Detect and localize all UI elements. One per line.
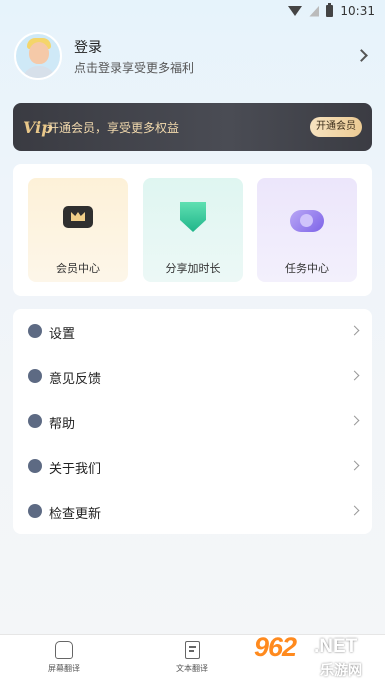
watermark-net: .NET <box>314 636 358 657</box>
feature-panel: 会员中心 分享加时长 任务中心 <box>13 164 372 296</box>
tab-text-translate[interactable]: 文本翻译 <box>152 641 232 674</box>
login-subtitle: 点击登录享受更多福利 <box>74 61 195 75</box>
tab-label: 屏幕翻译 <box>48 664 80 673</box>
vip-logo: Vip <box>23 118 53 137</box>
menu-item-check-update[interactable]: 检查更新 <box>13 489 372 534</box>
watermark-number: 962 <box>254 632 297 662</box>
tab-label: 文本翻译 <box>176 664 208 673</box>
menu-item-settings[interactable]: 设置 <box>13 309 372 354</box>
task-clock-icon <box>290 210 324 232</box>
chevron-right-icon <box>355 49 368 62</box>
profile-login-row[interactable]: 登录 点击登录享受更多福利 <box>14 32 374 82</box>
avatar[interactable] <box>14 32 62 80</box>
chevron-right-icon <box>349 415 360 426</box>
tab-screen-translate[interactable]: 屏幕翻译 <box>24 641 104 674</box>
vip-banner-text: 开通会员，享受更多权益 <box>47 121 180 135</box>
site-watermark: 962 .NET 乐游网 <box>254 630 379 682</box>
menu-item-label: 检查更新 <box>49 507 102 522</box>
chevron-right-icon <box>349 370 360 381</box>
settings-menu: 设置 意见反馈 帮助 关于我们 检查更新 <box>13 309 372 534</box>
menu-item-label: 设置 <box>49 327 76 342</box>
help-icon <box>28 414 42 428</box>
menu-item-about[interactable]: 关于我们 <box>13 444 372 489</box>
chevron-right-icon <box>349 460 360 471</box>
login-title: 登录 <box>74 40 102 56</box>
update-icon <box>28 504 42 518</box>
battery-icon <box>326 3 334 17</box>
about-icon <box>28 459 42 473</box>
document-icon <box>184 641 200 659</box>
wifi-icon <box>288 6 303 16</box>
menu-item-help[interactable]: 帮助 <box>13 399 372 444</box>
menu-item-label: 意见反馈 <box>49 372 102 387</box>
menu-item-label: 帮助 <box>49 417 76 432</box>
menu-item-feedback[interactable]: 意见反馈 <box>13 354 372 399</box>
status-bar: 10:31 <box>0 0 385 22</box>
watermark-text: 乐游网 <box>320 663 362 679</box>
feature-label: 任务中心 <box>285 262 329 275</box>
member-center-tile[interactable]: 会员中心 <box>28 178 128 282</box>
chevron-right-icon <box>349 325 360 336</box>
share-add-time-tile[interactable]: 分享加时长 <box>143 178 243 282</box>
feedback-icon <box>28 369 42 383</box>
vip-banner[interactable]: Vip 开通会员，享受更多权益 开通会员 <box>13 103 372 151</box>
settings-icon <box>28 324 42 338</box>
chevron-right-icon <box>349 505 360 516</box>
task-center-tile[interactable]: 任务中心 <box>257 178 357 282</box>
share-icon <box>180 202 206 232</box>
feature-label: 分享加时长 <box>165 262 221 275</box>
no-signal-icon <box>309 5 320 17</box>
home-icon <box>55 641 73 659</box>
crown-icon <box>63 206 93 228</box>
open-membership-button[interactable]: 开通会员 <box>310 117 362 137</box>
feature-label: 会员中心 <box>56 262 100 275</box>
menu-item-label: 关于我们 <box>49 462 102 477</box>
status-time: 10:31 <box>340 4 375 18</box>
